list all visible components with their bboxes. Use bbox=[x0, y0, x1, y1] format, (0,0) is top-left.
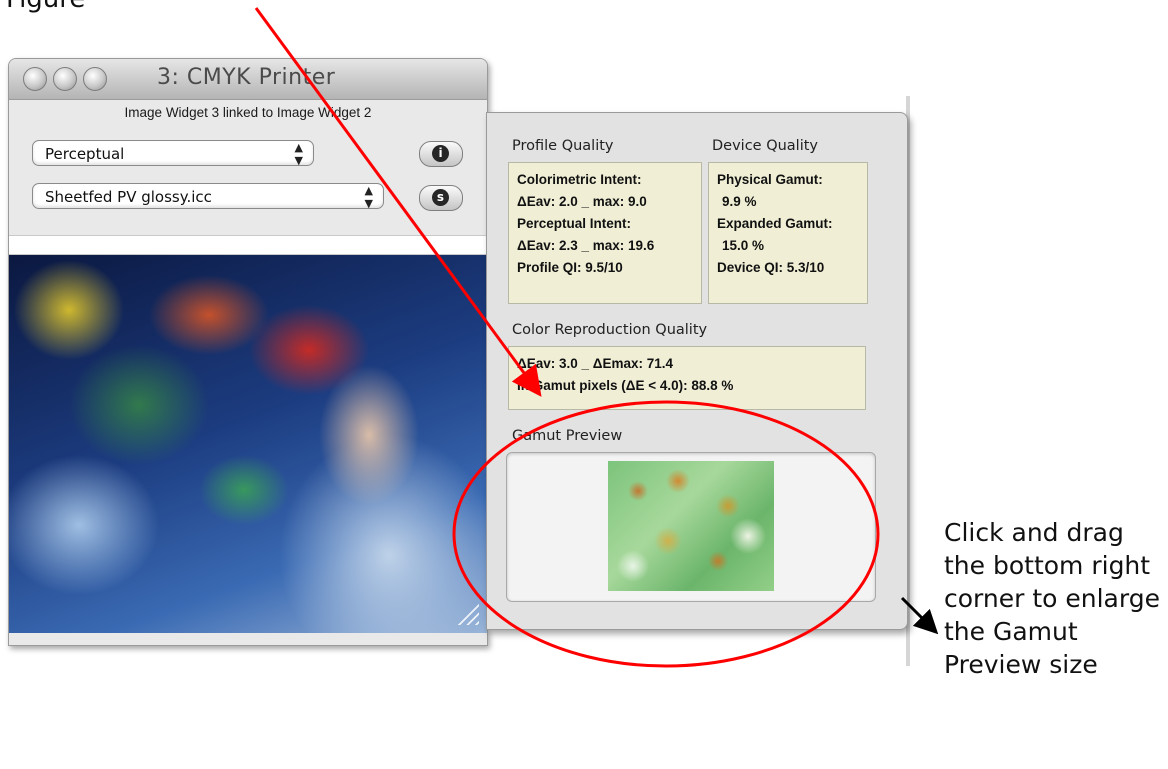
black-pointer-arrow bbox=[900, 596, 939, 635]
red-pointer-arrow bbox=[254, 7, 542, 397]
gamut-highlight-circle bbox=[452, 400, 880, 668]
instruction-note: Click and drag the bottom right corner t… bbox=[944, 518, 1160, 679]
